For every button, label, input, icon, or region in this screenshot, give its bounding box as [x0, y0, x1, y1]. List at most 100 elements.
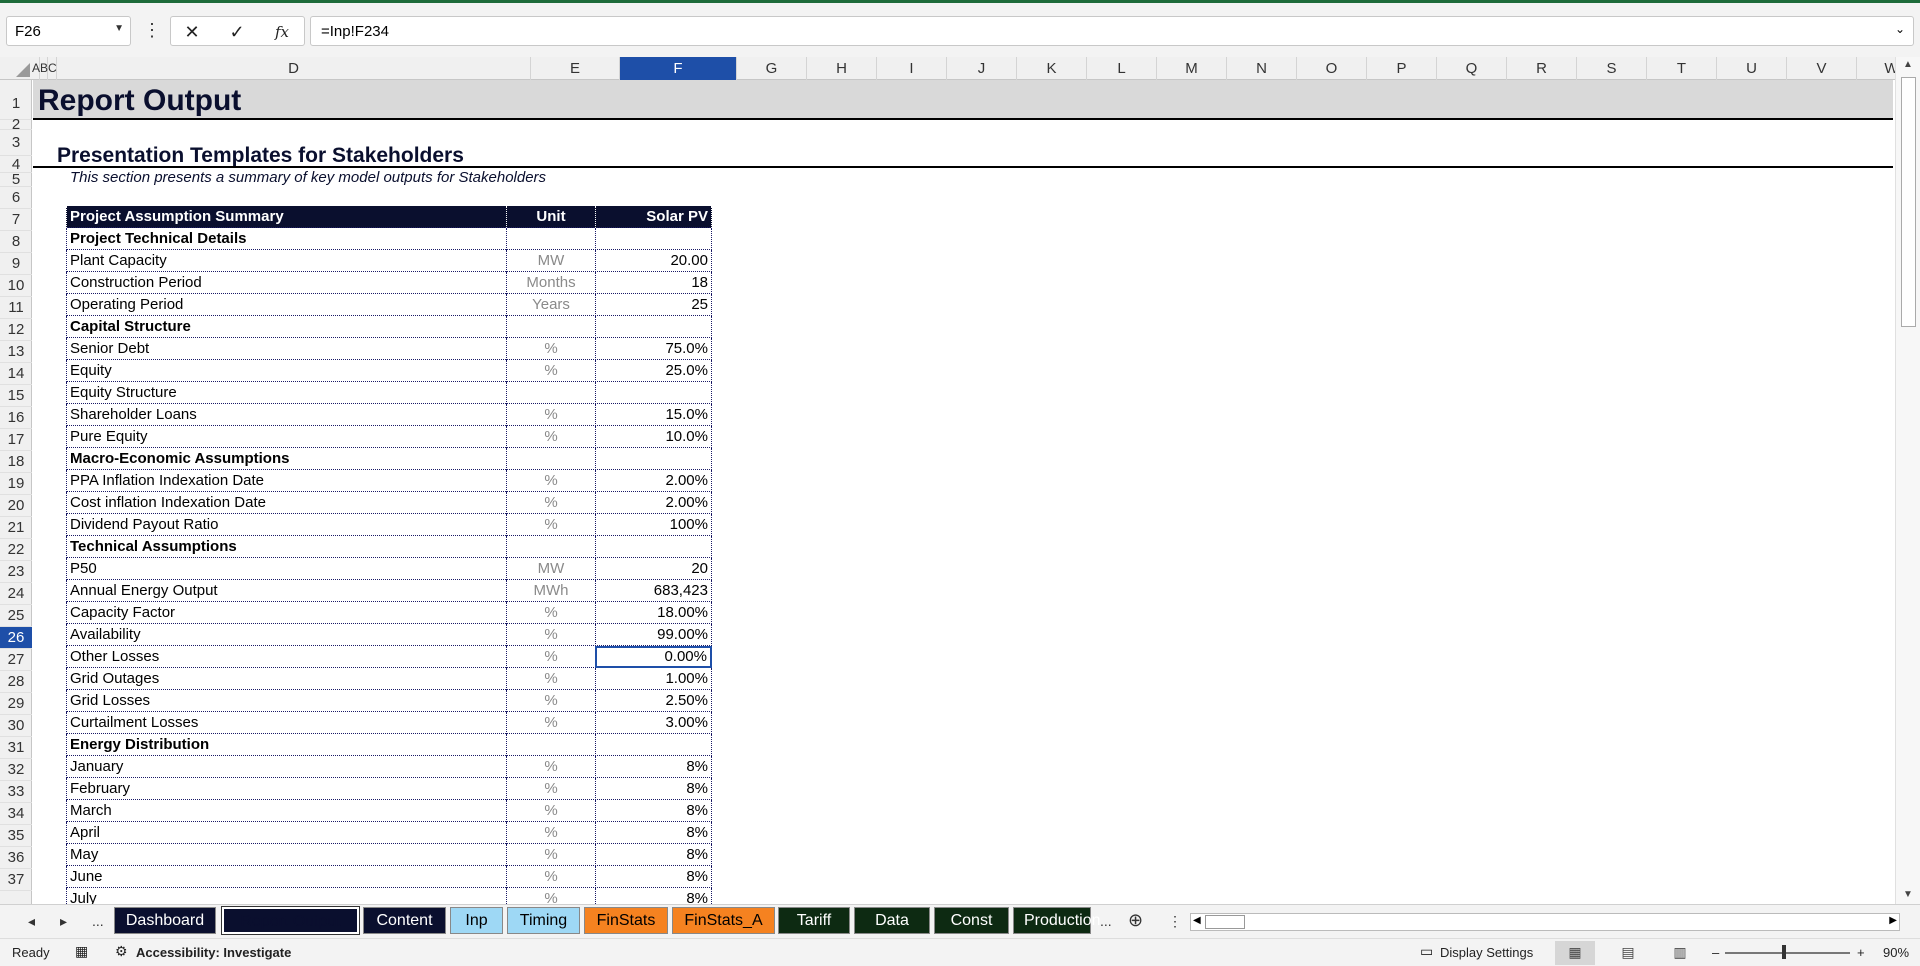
row-label[interactable]: Macro-Economic Assumptions [66, 448, 506, 470]
row-header-37[interactable]: 37 [0, 869, 32, 891]
row-label[interactable]: Shareholder Loans [66, 404, 506, 426]
row-value[interactable]: 25.0% [595, 360, 712, 382]
row-header-20[interactable]: 20 [0, 495, 32, 517]
row-header-7[interactable]: 7 [0, 209, 32, 231]
sheet-options-icon[interactable]: ⋮ [1168, 913, 1182, 930]
row-value[interactable]: 2.50% [595, 690, 712, 712]
zoom-slider[interactable] [1725, 952, 1850, 954]
row-label[interactable]: P50 [66, 558, 506, 580]
row-label[interactable]: Dividend Payout Ratio [66, 514, 506, 536]
horizontal-scroll-thumb[interactable] [1205, 915, 1245, 929]
sheet-tab-const[interactable]: Const [934, 907, 1009, 934]
row-value[interactable]: 3.00% [595, 712, 712, 734]
row-header-17[interactable]: 17 [0, 429, 32, 451]
row-label[interactable]: Senior Debt [66, 338, 506, 360]
row-header-31[interactable]: 31 [0, 737, 32, 759]
column-header-d[interactable]: D [57, 57, 531, 80]
row-label[interactable]: May [66, 844, 506, 866]
row-header-28[interactable]: 28 [0, 671, 32, 693]
row-header-1[interactable]: 1 [0, 80, 32, 120]
column-header-i[interactable]: I [877, 57, 947, 80]
row-value[interactable]: 10.0% [595, 426, 712, 448]
row-unit[interactable]: Years [506, 294, 595, 316]
row-unit[interactable]: % [506, 888, 595, 904]
row-header-27[interactable]: 27 [0, 649, 32, 671]
row-label[interactable]: July [66, 888, 506, 904]
row-value[interactable]: 2.00% [595, 492, 712, 514]
row-label[interactable]: Equity Structure [66, 382, 506, 404]
row-label[interactable]: March [66, 800, 506, 822]
row-label[interactable]: Project Technical Details [66, 228, 506, 250]
row-unit[interactable]: % [506, 646, 595, 668]
column-header-h[interactable]: H [807, 57, 877, 80]
row-value[interactable]: 8% [595, 866, 712, 888]
row-unit[interactable] [506, 536, 595, 558]
name-box[interactable]: F26 ▼ [6, 16, 131, 46]
row-label[interactable]: Capital Structure [66, 316, 506, 338]
row-label[interactable]: Grid Losses [66, 690, 506, 712]
scroll-up-icon[interactable]: ▲ [1903, 59, 1913, 70]
row-value[interactable]: 8% [595, 888, 712, 904]
vertical-scrollbar[interactable]: ▲ ▼ [1895, 57, 1920, 904]
row-unit[interactable]: % [506, 690, 595, 712]
row-value[interactable]: 15.0% [595, 404, 712, 426]
row-header-2[interactable]: 2 [0, 117, 32, 132]
sheet-tab-tariff[interactable]: Tariff [778, 907, 850, 934]
row-label[interactable]: Curtailment Losses [66, 712, 506, 734]
row-header-24[interactable]: 24 [0, 583, 32, 605]
row-unit[interactable]: % [506, 360, 595, 382]
column-header-m[interactable]: M [1157, 57, 1227, 80]
scroll-right-icon[interactable]: ▶ [1889, 915, 1897, 926]
row-header-5[interactable]: 5 [0, 172, 32, 187]
row-unit[interactable] [506, 448, 595, 470]
zoom-out-button[interactable]: – [1712, 945, 1719, 960]
normal-view-icon[interactable]: ▦ [1555, 941, 1595, 965]
row-unit[interactable]: % [506, 470, 595, 492]
row-header-34[interactable]: 34 [0, 803, 32, 825]
column-header-u[interactable]: U [1717, 57, 1787, 80]
row-unit[interactable] [506, 382, 595, 404]
row-label[interactable]: Plant Capacity [66, 250, 506, 272]
row-unit[interactable]: % [506, 712, 595, 734]
row-header-18[interactable]: 18 [0, 451, 32, 473]
row-unit[interactable] [506, 228, 595, 250]
row-header-29[interactable]: 29 [0, 693, 32, 715]
vertical-scroll-thumb[interactable] [1901, 77, 1916, 327]
row-header-33[interactable]: 33 [0, 781, 32, 803]
accessibility-icon[interactable]: ⚙ [115, 943, 128, 960]
column-header-a[interactable]: A [32, 57, 40, 80]
row-header-13[interactable]: 13 [0, 341, 32, 363]
row-unit[interactable]: % [506, 822, 595, 844]
row-header-36[interactable]: 36 [0, 847, 32, 869]
sheet-grid[interactable]: Report Output Presentation Templates for… [33, 80, 1893, 904]
sheet-tab-report-output[interactable]: Report Output [221, 906, 360, 935]
row-header-3[interactable]: 3 [0, 130, 32, 156]
header-assumption[interactable]: Project Assumption Summary [66, 206, 506, 228]
macro-record-icon[interactable]: ▦ [75, 943, 88, 960]
select-all-corner[interactable] [0, 57, 32, 80]
row-value[interactable] [595, 734, 712, 756]
row-value[interactable]: 99.00% [595, 624, 712, 646]
prev-sheet-icon[interactable]: ◂ [28, 913, 35, 930]
column-header-t[interactable]: T [1647, 57, 1717, 80]
column-header-p[interactable]: P [1367, 57, 1437, 80]
row-value[interactable]: 100% [595, 514, 712, 536]
row-unit[interactable]: % [506, 800, 595, 822]
more-options-icon[interactable]: ⋮ [143, 18, 161, 44]
sheet-tab-data[interactable]: Data [854, 907, 930, 934]
insert-function-icon[interactable]: fx [267, 20, 297, 44]
row-unit[interactable]: % [506, 426, 595, 448]
row-label[interactable]: January [66, 756, 506, 778]
enter-icon[interactable]: ✓ [222, 20, 252, 44]
column-header-k[interactable]: K [1017, 57, 1087, 80]
row-value[interactable]: 8% [595, 844, 712, 866]
row-label[interactable]: April [66, 822, 506, 844]
row-unit[interactable]: % [506, 624, 595, 646]
row-label[interactable]: Energy Distribution [66, 734, 506, 756]
row-unit[interactable]: % [506, 756, 595, 778]
row-unit[interactable]: % [506, 338, 595, 360]
column-header-b[interactable]: B [40, 57, 48, 80]
active-cell[interactable]: 0.00% [595, 646, 712, 668]
display-settings[interactable]: Display Settings [1440, 945, 1533, 960]
row-header-22[interactable]: 22 [0, 539, 32, 561]
